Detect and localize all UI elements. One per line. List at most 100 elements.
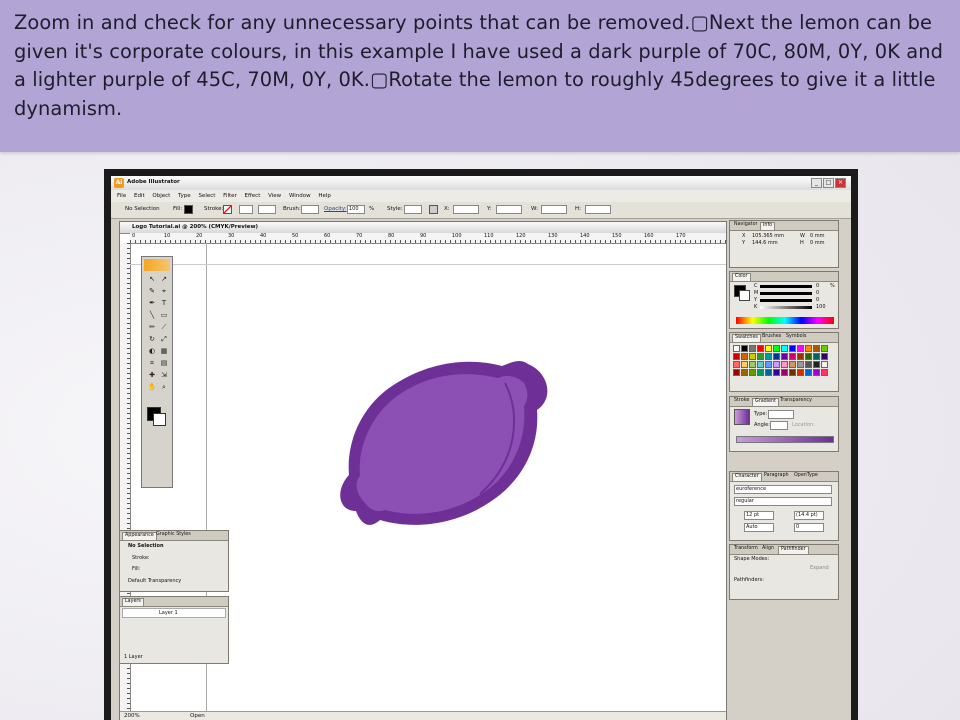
menu-help[interactable]: Help (318, 193, 331, 199)
tab-gradient[interactable]: Gradient (752, 398, 779, 406)
tab-color[interactable]: Color (732, 273, 751, 281)
color-stroke-swatch[interactable] (739, 290, 750, 301)
swatch-chip[interactable] (773, 361, 780, 368)
swatch-chip[interactable] (781, 369, 788, 376)
swatch-chip[interactable] (813, 353, 820, 360)
swatch-chip[interactable] (749, 369, 756, 376)
color-k-value[interactable]: 100 (816, 304, 826, 310)
tool-icon[interactable]: ⌕ (159, 383, 169, 392)
color-y-value[interactable]: 0 (816, 297, 819, 303)
tool-icon[interactable]: T (159, 299, 169, 308)
tool-icon[interactable]: ✎ (147, 287, 157, 296)
gradient-slider[interactable] (736, 436, 834, 443)
swatch-chip[interactable] (821, 369, 828, 376)
color-c-slider[interactable] (760, 285, 812, 288)
font-family-field[interactable]: euroference (734, 485, 832, 494)
swatch-chip[interactable] (789, 361, 796, 368)
layer-name[interactable]: Layer 1 (159, 610, 178, 616)
y-field[interactable] (496, 205, 522, 214)
opacity-label[interactable]: Opacity: (324, 206, 347, 212)
swatch-chip[interactable] (733, 353, 740, 360)
swatch-chip[interactable] (781, 361, 788, 368)
swatch-chip[interactable] (749, 353, 756, 360)
tool-icon[interactable]: ◐ (147, 347, 157, 356)
swatch-chip[interactable] (821, 361, 828, 368)
swatch-chip[interactable] (805, 345, 812, 352)
swatch-chip[interactable] (765, 369, 772, 376)
tab-appearance[interactable]: Appearance (122, 532, 157, 540)
color-k-slider[interactable] (760, 306, 812, 309)
tool-icon[interactable]: ⤢ (159, 335, 169, 344)
tab-navigator[interactable]: Navigator (732, 222, 759, 227)
w-field[interactable] (541, 205, 567, 214)
style-dropdown[interactable] (404, 205, 422, 214)
tool-icon[interactable]: ⇲ (159, 371, 169, 380)
swatch-chip[interactable] (741, 369, 748, 376)
swatch-chip[interactable] (765, 361, 772, 368)
font-style-field[interactable]: regular (734, 497, 832, 506)
swatch-chip[interactable] (813, 361, 820, 368)
minimize-button[interactable]: _ (811, 178, 822, 188)
swatch-chip[interactable] (813, 345, 820, 352)
swatch-grid[interactable] (733, 345, 828, 376)
tool-icon[interactable]: ╲ (147, 311, 157, 320)
tab-layers[interactable]: Layers (122, 598, 144, 606)
gradient-preview[interactable] (734, 409, 750, 425)
swatch-chip[interactable] (741, 345, 748, 352)
tab-graphic-styles[interactable]: Graphic Styles (154, 532, 193, 537)
opacity-field[interactable]: 100 (347, 205, 365, 214)
menu-object[interactable]: Object (152, 193, 170, 199)
tool-icon[interactable]: ▤ (159, 359, 169, 368)
tab-symbols[interactable]: Symbols (784, 334, 808, 339)
tracking-field[interactable]: 0 (794, 523, 824, 532)
brush-dropdown[interactable] (301, 205, 319, 214)
swatch-chip[interactable] (773, 369, 780, 376)
swatch-chip[interactable] (741, 353, 748, 360)
swatch-chip[interactable] (805, 369, 812, 376)
tab-transform[interactable]: Transform (732, 546, 760, 551)
stroke-dropdown[interactable] (258, 205, 276, 214)
swatch-chip[interactable] (781, 345, 788, 352)
swatch-chip[interactable] (757, 369, 764, 376)
swatch-chip[interactable] (805, 361, 812, 368)
swatch-chip[interactable] (789, 345, 796, 352)
tab-swatches[interactable]: Swatches (732, 334, 761, 342)
menu-filter[interactable]: Filter (223, 193, 237, 199)
tool-icon[interactable]: ✒ (147, 299, 157, 308)
swatch-chip[interactable] (773, 353, 780, 360)
x-field[interactable] (453, 205, 479, 214)
swatch-chip[interactable] (773, 345, 780, 352)
swatch-chip[interactable] (789, 369, 796, 376)
gradient-angle-field[interactable] (770, 421, 788, 430)
color-m-value[interactable]: 0 (816, 290, 819, 296)
tool-icon[interactable]: ⌗ (147, 359, 157, 368)
horizontal-ruler[interactable]: 0 10 20 30 40 50 60 70 80 90 100 110 120 130 140 150 160… (130, 233, 726, 244)
swatch-chip[interactable] (821, 345, 828, 352)
color-spectrum-bar[interactable] (736, 317, 834, 324)
tool-icon[interactable]: ↗ (159, 275, 169, 284)
tab-pathfinder[interactable]: Pathfinder (778, 546, 809, 554)
stroke-swatch[interactable] (223, 205, 232, 214)
swatch-chip[interactable] (765, 345, 772, 352)
tab-stroke[interactable]: Stroke (732, 398, 751, 403)
color-c-value[interactable]: 0 (816, 283, 819, 289)
menu-select[interactable]: Select (198, 193, 215, 199)
tool-icon[interactable]: ↖ (147, 275, 157, 284)
status-text[interactable]: Open (190, 713, 205, 719)
tool-icon[interactable]: ✚ (147, 371, 157, 380)
stroke-color-box[interactable] (153, 413, 166, 426)
menu-edit[interactable]: Edit (134, 193, 145, 199)
tool-icon[interactable]: ▦ (159, 347, 169, 356)
tool-icon[interactable]: ⌖ (159, 287, 169, 296)
swatch-chip[interactable] (749, 345, 756, 352)
zoom-level[interactable]: 200% (124, 713, 140, 719)
color-y-slider[interactable] (760, 299, 812, 302)
close-button[interactable]: × (835, 178, 846, 188)
color-m-slider[interactable] (760, 292, 812, 295)
tab-character[interactable]: Character (732, 473, 762, 481)
expand-button[interactable]: Expand (810, 565, 829, 571)
tab-align[interactable]: Align (760, 546, 776, 551)
tool-icon[interactable]: ⟋ (159, 323, 169, 332)
menu-effect[interactable]: Effect (245, 193, 261, 199)
fill-swatch[interactable] (184, 205, 193, 214)
